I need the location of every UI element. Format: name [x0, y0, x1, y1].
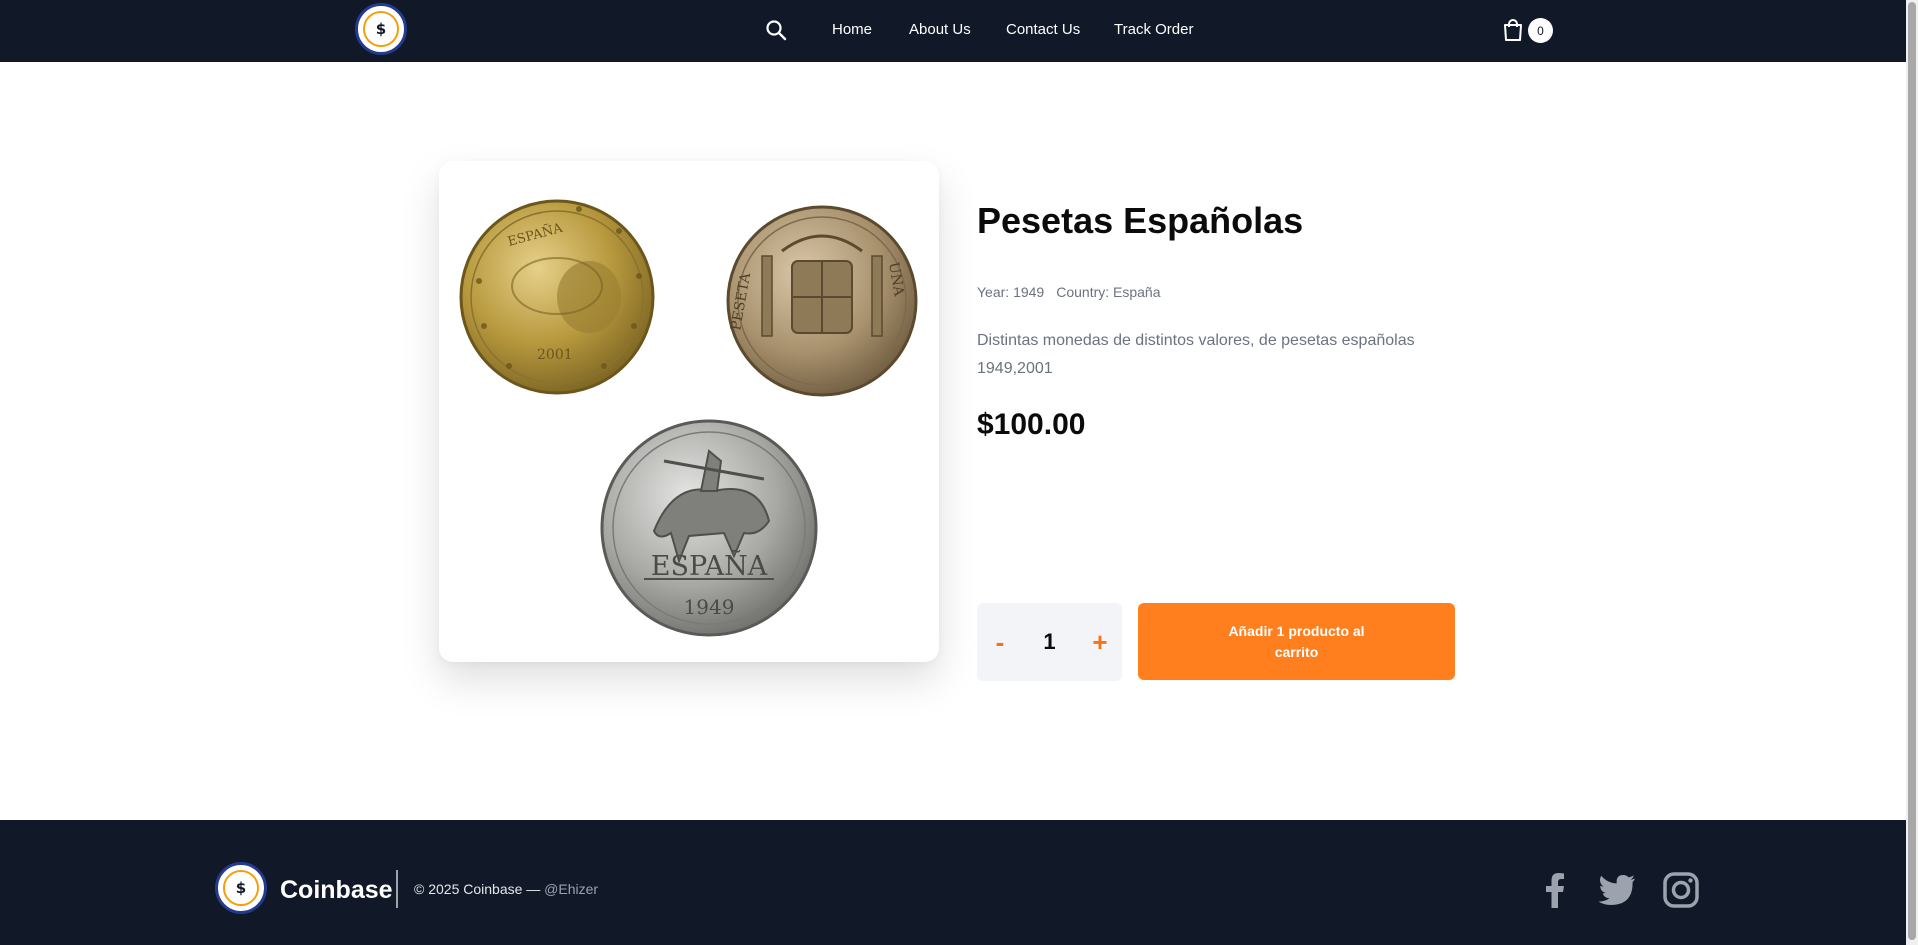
product-price: $100.00	[977, 408, 1086, 441]
quantity-value: 1	[1043, 629, 1056, 654]
product-country: Country: España	[1056, 284, 1161, 300]
footer-handle-link[interactable]: @Ehizer	[544, 881, 598, 897]
dollar-icon: $	[223, 870, 259, 906]
gold-coin: ESPAÑA 2001	[459, 199, 655, 395]
product-year: Year: 1949	[977, 284, 1045, 300]
dollar-icon: $	[363, 11, 399, 47]
shopping-bag-icon[interactable]	[1502, 18, 1524, 42]
cart-count-badge: 0	[1528, 18, 1553, 43]
footer-copyright: © 2025 Coinbase — @Ehizer	[414, 881, 599, 897]
nav-contact-us[interactable]: Contact Us	[1006, 21, 1080, 38]
bronze-coin: PESETA UNA	[726, 205, 918, 397]
footer-divider	[396, 870, 398, 908]
twitter-icon[interactable]	[1597, 870, 1637, 910]
search-icon[interactable]	[764, 18, 788, 42]
scrollbar-thumb[interactable]	[1908, 2, 1916, 940]
quantity-decrease-button[interactable]: -	[985, 625, 1015, 659]
add-to-cart-label: Añadir 1 producto al carrito	[1228, 622, 1365, 660]
silver-coin-country-text: ESPAÑA	[651, 548, 768, 582]
site-header: $ Home About Us Contact Us Track Order 0	[0, 0, 1906, 62]
silver-coin-year-text: 1949	[684, 595, 735, 619]
footer-logo[interactable]: $	[215, 862, 267, 914]
site-footer: $ Coinbase © 2025 Coinbase — @Ehizer	[0, 820, 1906, 945]
quantity-increase-button[interactable]: +	[1085, 625, 1115, 659]
product-image-card: ESPAÑA 2001 PESETA UNA ESPAÑA 1949	[439, 161, 939, 662]
instagram-icon[interactable]	[1661, 870, 1701, 910]
footer-brand: Coinbase	[280, 876, 393, 904]
page-scrollbar[interactable]	[1906, 0, 1918, 945]
silver-coin: ESPAÑA 1949	[600, 419, 818, 637]
quantity-stepper: - 1 +	[977, 603, 1122, 681]
site-logo[interactable]: $	[355, 3, 407, 55]
product-title: Pesetas Españolas	[977, 200, 1304, 241]
add-to-cart-button[interactable]: Añadir 1 producto al carrito	[1138, 603, 1455, 680]
facebook-icon[interactable]	[1535, 870, 1575, 910]
nav-about-us[interactable]: About Us	[909, 21, 971, 38]
product-description: Distintas monedas de distintos valores, …	[977, 332, 1415, 377]
product-meta: Year: 1949 Country: España	[977, 284, 1161, 300]
nav-home[interactable]: Home	[832, 21, 872, 38]
nav-track-order[interactable]: Track Order	[1114, 21, 1193, 38]
gold-coin-year-text: 2001	[537, 347, 573, 363]
product-image: ESPAÑA 2001 PESETA UNA ESPAÑA 1949	[459, 199, 918, 637]
